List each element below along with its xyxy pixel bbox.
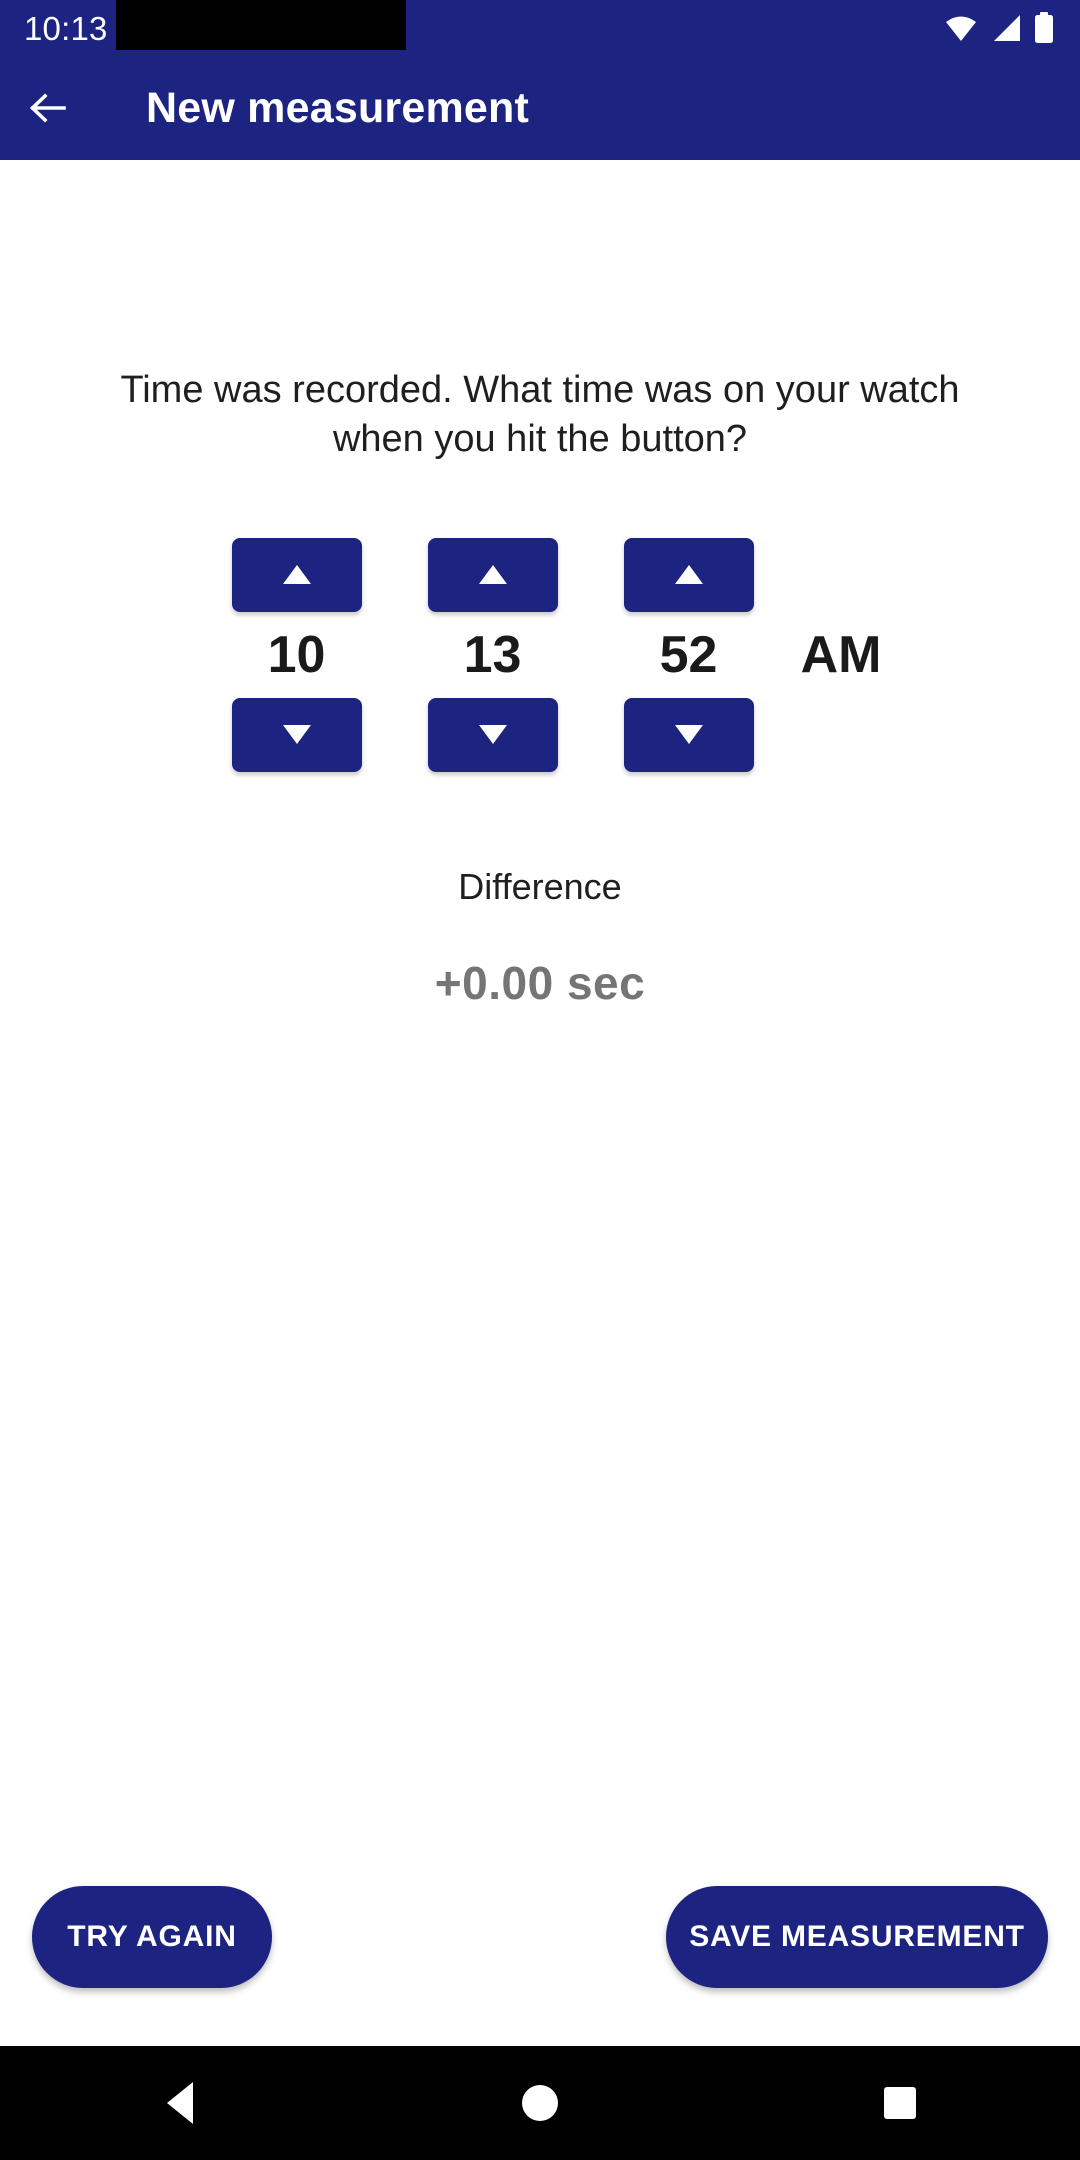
difference-value: +0.00 sec xyxy=(434,956,646,1009)
prompt-text: Time was recorded. What time was on your… xyxy=(120,369,960,461)
second-value: 52 xyxy=(659,625,718,684)
minute-stepper: 13 xyxy=(413,537,573,772)
chevron-down-icon xyxy=(478,725,507,745)
nav-back-button[interactable] xyxy=(90,2046,270,2160)
status-bar-notch xyxy=(116,0,406,50)
signal-icon xyxy=(990,13,1022,43)
nav-recents-button[interactable] xyxy=(810,2046,990,2160)
second-increment-button[interactable] xyxy=(623,537,754,612)
wifi-icon xyxy=(944,13,978,43)
nav-home-button[interactable] xyxy=(450,2046,630,2160)
back-arrow-icon xyxy=(29,93,66,123)
difference-label: Difference xyxy=(458,865,622,907)
minute-value: 13 xyxy=(463,625,522,684)
hour-value: 10 xyxy=(267,625,326,684)
main-content: Time was recorded. What time was on your… xyxy=(0,160,1080,2046)
page-title: New measurement xyxy=(146,83,529,132)
chevron-up-icon xyxy=(674,565,703,585)
app-bar: New measurement xyxy=(0,56,1080,160)
second-decrement-button[interactable] xyxy=(623,697,754,772)
hour-decrement-button[interactable] xyxy=(231,697,362,772)
action-bar: TRY AGAIN SAVE MEASUREMENT xyxy=(0,1886,1080,1988)
back-button[interactable] xyxy=(0,56,96,160)
hour-stepper: 10 xyxy=(217,537,377,772)
second-stepper: 52 xyxy=(609,537,769,772)
chevron-up-icon xyxy=(478,565,507,585)
time-picker: 10 13 52 AM xyxy=(199,537,882,772)
chevron-down-icon xyxy=(282,725,311,745)
chevron-up-icon xyxy=(282,565,311,585)
back-triangle-icon xyxy=(167,2082,193,2124)
battery-icon xyxy=(1034,12,1054,44)
hour-increment-button[interactable] xyxy=(231,537,362,612)
save-measurement-button[interactable]: SAVE MEASUREMENT xyxy=(666,1886,1048,1988)
try-again-button[interactable]: TRY AGAIN xyxy=(32,1886,272,1988)
chevron-down-icon xyxy=(674,725,703,745)
home-circle-icon xyxy=(522,2085,558,2121)
status-bar: 10:13 xyxy=(0,0,1080,56)
minute-decrement-button[interactable] xyxy=(427,697,558,772)
status-bar-clock: 10:13 xyxy=(24,9,108,47)
status-bar-icons xyxy=(944,0,1054,56)
recents-square-icon xyxy=(884,2087,916,2119)
minute-increment-button[interactable] xyxy=(427,537,558,612)
phone-screen: 10:13 New measurement Time was recorded.… xyxy=(0,0,1080,2160)
android-nav-bar xyxy=(0,2046,1080,2160)
meridiem-label: AM xyxy=(800,625,882,684)
